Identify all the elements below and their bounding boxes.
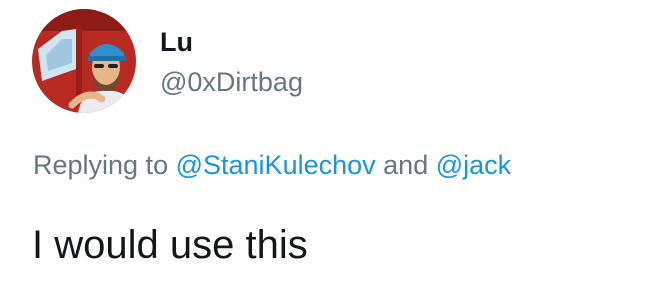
mention-link-stanikulechov[interactable]: @StaniKulechov: [176, 150, 376, 180]
display-name[interactable]: Lu: [160, 26, 193, 58]
user-handle[interactable]: @0xDirtbag: [160, 66, 303, 98]
tweet-text: I would use this: [32, 223, 308, 267]
mention-link-jack[interactable]: @jack: [436, 150, 511, 180]
avatar-photo: [32, 9, 136, 113]
avatar[interactable]: [32, 9, 136, 113]
replying-to-label: Replying to: [33, 150, 169, 180]
reply-context: Replying to @StaniKulechov and @jack: [33, 148, 511, 182]
reply-conjunction: and: [383, 150, 429, 180]
